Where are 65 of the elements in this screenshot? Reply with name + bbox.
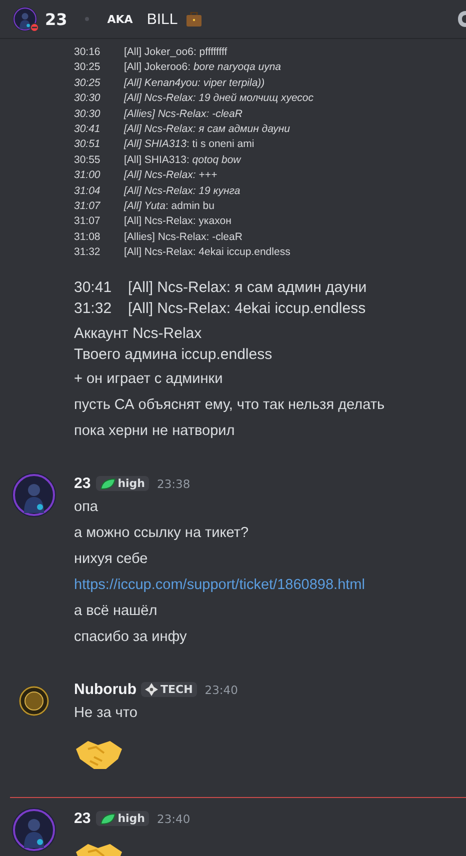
log-time: 31:32 [74,245,102,260]
nickname-label: AKA [107,12,133,26]
log-time: 31:00 [74,168,102,184]
message-text: Твоего админа iccup.endless [74,344,274,365]
author-name[interactable]: 23 [74,810,91,828]
log-time: 31:07 [74,214,102,230]
leaf-icon [100,478,116,490]
log-text: [All] Ncs-Relax: 19 дней молчищ хуесос [124,91,314,106]
message-text: нихуя себе [74,550,149,570]
log-text: [Allies] Ncs-Relax: -cleaR [124,106,242,122]
log-text: [All] Ncs-Relax: 4ekai iccup.endless [124,245,290,260]
author-name[interactable]: Nuborub [74,681,136,698]
log-text: [All] Ncs-Relax: 19 кунга [124,184,240,199]
message-time: 23:40 [157,812,190,826]
message-text: + он играет с админки [74,370,224,390]
log-time: 30:16 [74,45,102,60]
log-time: 30:25 [74,60,102,76]
log-time: 30:41 [74,278,113,298]
ticket-link[interactable]: https://iccup.com/support/ticket/1860898.html [74,577,365,594]
message-time: 23:40 [204,682,238,697]
log-text: [All] Ncs-Relax: 4ekai iccup.endless [128,298,366,319]
role-tag[interactable]: TECH [141,682,197,698]
log-text: [All] Ncs-Relax: я сам админ дауни [128,278,367,298]
message-text: а всё нашёл [74,602,158,622]
do-not-disturb-icon [30,23,39,32]
message-text: а можно ссылку на тикет? [74,524,250,544]
log-text: [All] SHIA313: ti s oneni ami [124,137,254,152]
user-avatar[interactable] [12,808,56,852]
message-time: 23:38 [157,476,190,491]
log-text: [All] SHIA313: qotoq bow [124,152,241,168]
message-text: пусть СА объяснят ему, что так нельзя делать [74,396,386,416]
user-avatar[interactable] [12,472,56,517]
log-text: [All] Joker_oo6: pffffffff [124,45,228,60]
log-time: 30:30 [74,91,102,106]
author-name[interactable]: 23 [74,475,91,492]
leaf-icon [100,812,116,825]
briefcase-icon [186,12,202,26]
compass-icon [145,683,158,696]
message-text: Не за что [74,704,138,724]
log-text: [Allies] Ncs-Relax: -cleaR [124,230,242,245]
log-time: 31:32 [74,298,113,319]
nickname: BILL [146,10,178,28]
log-time: 30:30 [74,106,102,122]
log-time: 30:55 [74,152,102,168]
log-time: 30:51 [74,137,102,152]
log-text: [All] Jokeroo6: bore naryoqa uyna [124,60,282,76]
role-tag[interactable]: high [96,811,149,826]
message-text: спасибо за инфу [74,628,188,648]
log-text: [All] Ncs-Relax: укахон [124,214,232,230]
log-time: 31:04 [74,184,102,199]
log-time: 30:41 [74,122,102,138]
phone-icon[interactable] [456,9,466,29]
log-text: [All] Ncs-Relax: +++ [124,168,218,184]
log-time: 31:07 [74,199,102,214]
log-time: 31:08 [74,230,102,245]
message-text: пока херни не натворил [74,422,236,442]
user-avatar[interactable] [13,7,37,31]
message-text: опа [74,498,99,518]
log-text: [All] Yuta: admin bu [124,199,214,214]
channel-name: 23 [45,10,68,28]
log-text: [All] Kenan4you: viper terpila)) [124,76,265,91]
log-time: 30:25 [74,76,102,91]
role-tag[interactable]: high [96,476,149,492]
log-text: [All] Ncs-Relax: я сам админ дауни [124,122,290,138]
message-text: Аккаунт Ncs-Relax [74,324,203,344]
